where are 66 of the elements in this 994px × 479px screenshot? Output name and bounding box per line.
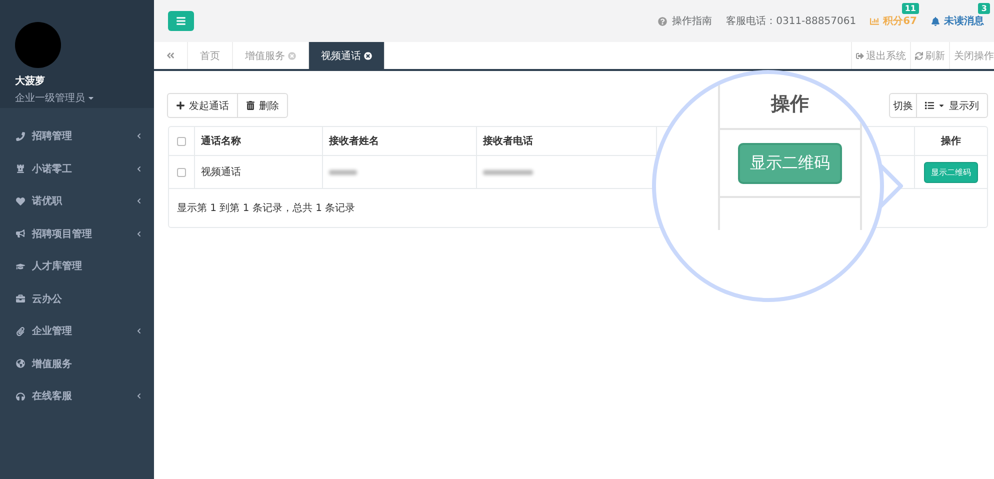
sidebar-item[interactable]: 小诺零工: [0, 152, 154, 185]
chevron-icon: [136, 393, 142, 400]
list-icon: [925, 101, 934, 110]
sidebar-item[interactable]: 人才库管理: [0, 250, 154, 282]
menu-button[interactable]: [168, 11, 194, 31]
sidebar-item[interactable]: 诺优职: [0, 185, 154, 218]
caret-icon: [87, 94, 95, 102]
checkbox[interactable]: [177, 136, 186, 146]
bell-icon: [931, 16, 940, 26]
avatar: [15, 22, 61, 68]
sidebar-item[interactable]: 在线客服: [0, 380, 154, 412]
bar-chart-icon: [870, 16, 880, 26]
caret-icon: [938, 102, 945, 109]
close-icon: [288, 52, 296, 60]
column-header: 接收者姓名: [329, 134, 379, 148]
briefcase-icon: [16, 294, 25, 304]
toolbar-button[interactable]: 切换: [889, 93, 917, 118]
magnified-qr-button[interactable]: 显示二维码: [738, 142, 842, 184]
refresh-icon: [915, 52, 923, 60]
plus-icon: [176, 101, 185, 110]
toolbar-button[interactable]: 发起通话: [167, 93, 238, 118]
points-badge: 11: [902, 3, 919, 14]
user-name: 大菠萝: [15, 74, 46, 88]
double-left-icon: [166, 51, 175, 60]
column-header: 操作: [941, 134, 961, 148]
column-header: 通话名称: [201, 134, 241, 148]
column-header: 接收者电话: [483, 134, 533, 148]
help-icon: [658, 16, 668, 26]
blurred-text: [483, 170, 533, 174]
heart-icon: [16, 196, 25, 206]
table-cell-text: 视频通话: [201, 166, 241, 179]
close-icon: [364, 52, 372, 60]
trash-icon: [246, 101, 255, 110]
phone-icon: [16, 132, 25, 141]
hotline-text: 客服电话：0311-88857061: [726, 14, 856, 28]
chevron-icon: [136, 133, 142, 140]
chevron-icon: [136, 166, 142, 172]
checkbox[interactable]: [177, 168, 186, 176]
tab-action-button[interactable]: 关闭操作: [949, 42, 994, 69]
chevron-icon: [136, 198, 142, 204]
guide-link[interactable]: 操作指南: [658, 14, 712, 28]
sidebar-item[interactable]: 招聘项目管理: [0, 218, 154, 250]
show-qr-button[interactable]: 显示二维码: [924, 162, 978, 182]
exit-icon: [856, 52, 864, 60]
messages-badge: 3: [978, 3, 990, 14]
graduation-cap-icon: [16, 262, 25, 271]
pagination-info: 显示第 1 到第 1 条记录，总共 1 条记录: [177, 202, 356, 215]
toolbar-button[interactable]: 显示列: [916, 93, 988, 118]
tab[interactable]: 视频通话: [309, 42, 385, 69]
menu-icon: [176, 16, 186, 26]
paperclip-icon: [16, 326, 25, 336]
sidebar-item[interactable]: 企业管理: [0, 315, 154, 348]
headphones-icon: [16, 392, 25, 401]
globe-icon: [16, 359, 25, 368]
sidebar-item[interactable]: 招聘管理: [0, 120, 154, 152]
sidebar-item[interactable]: 增值服务: [0, 348, 154, 380]
blurred-text: [329, 170, 357, 174]
magnified-column-header: 操作: [771, 92, 809, 117]
chevron-icon: [136, 328, 142, 334]
rook-icon: [16, 164, 25, 174]
messages-link[interactable]: 未读消息: [931, 14, 984, 28]
chevron-icon: [136, 230, 142, 237]
toolbar-button[interactable]: 删除: [237, 93, 288, 118]
megaphone-icon: [16, 229, 25, 238]
sidebar-item[interactable]: 云办公: [0, 282, 154, 315]
role-dropdown[interactable]: 企业一级管理员: [15, 91, 139, 105]
